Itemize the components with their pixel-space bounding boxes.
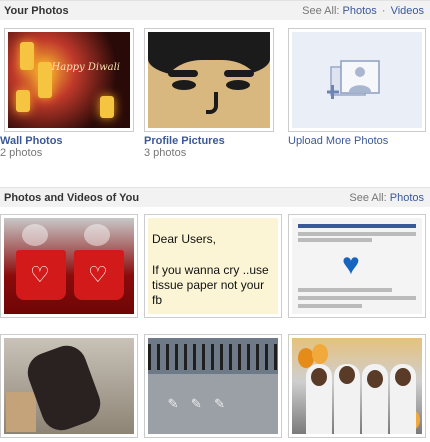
profile-pictures-cover[interactable] [144,28,274,132]
dance-photo [4,338,134,434]
see-all-label: See All: [302,4,340,17]
album-name-profile-pictures[interactable]: Profile Pictures [144,135,284,147]
your-photos-title: Your Photos [4,4,69,17]
note-photo: Dear Users, If you wanna cry ..use tissu… [148,218,278,314]
photo-thumbnail[interactable] [288,334,426,438]
photo-thumbnail[interactable] [0,334,138,438]
album-count-profile-pictures: 3 photos [144,147,187,159]
album-count-wall-photos: 2 photos [0,147,43,159]
album-profile-pictures: Profile Pictures 3 photos [144,28,284,159]
upload-more-photos-link[interactable]: Upload More Photos [288,135,428,147]
album-name-wall-photos[interactable]: Wall Photos [0,135,144,147]
photo-thumbnail[interactable]: ♡ ♡ [0,214,138,318]
note-line-2: If you wanna cry ..use tissue paper not … [152,263,269,307]
see-all-photos-of-you: See All: Photos [349,192,424,204]
diwali-text: Happy Diwali [51,62,120,73]
upload-more-photos: Upload More Photos [288,28,428,147]
see-all-photos-of-you-link[interactable]: Photos [390,192,424,204]
wall-photos-cover[interactable]: Happy Diwali [4,28,134,132]
see-all-label-2: See All: [349,191,387,204]
mugs-photo: ♡ ♡ [4,218,134,314]
group-photo [292,338,422,434]
see-all-videos-link[interactable]: Videos [391,5,424,17]
see-all-photos-videos: See All: Photos · Videos [302,5,424,17]
photo-thumbnail[interactable]: ✎ ✎ ✎ [144,334,282,438]
photo-thumbnail[interactable]: Dear Users, If you wanna cry ..use tissu… [144,214,282,318]
profile-photo [148,32,270,128]
see-all-photos-link[interactable]: Photos [343,5,377,17]
photo-thumbnail[interactable]: ♥ [288,214,426,318]
diwali-photo: Happy Diwali [8,32,130,128]
photos-of-you-header: Photos and Videos of You See All: Photos [0,187,430,207]
separator: · [381,4,386,17]
note-line-1: Dear Users, [152,232,217,246]
upload-photos-box[interactable] [288,28,426,132]
upload-photos-icon [327,60,380,99]
album-wall-photos: Happy Diwali Wall Photos 2 photos [0,28,144,159]
photos-of-you-title: Photos and Videos of You [4,191,140,204]
webpage-photo: ♥ [292,218,422,314]
wall-photo: ✎ ✎ ✎ [148,338,278,434]
your-photos-header: Your Photos See All: Photos · Videos [0,0,430,20]
